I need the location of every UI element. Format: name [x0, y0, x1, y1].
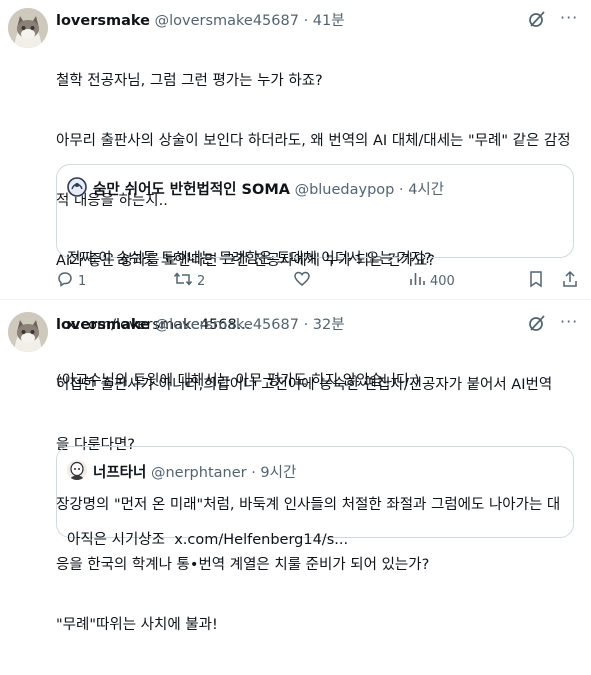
reply-count: 1	[78, 273, 87, 289]
quote-author-handle: @nerphtaner	[150, 465, 247, 481]
quote-timestamp: 4시간	[408, 182, 445, 198]
share-button[interactable]	[561, 270, 579, 292]
quote-author-handle: @bluedaypop	[294, 182, 395, 198]
quote-text-line: 진짜 이 숨쉬듯 토해내는 무례함은 도대체 어디서 오는 거지?	[67, 251, 432, 267]
bookmark-icon	[528, 270, 544, 292]
separator: ·	[251, 465, 256, 481]
bookmark-button[interactable]	[528, 270, 544, 292]
separator: ·	[303, 13, 309, 29]
share-icon	[561, 270, 579, 292]
quote-timestamp: 9시간	[260, 465, 297, 481]
separator: ·	[303, 317, 309, 333]
grok-icon[interactable]	[528, 10, 546, 28]
quote-author-name: 숨만 쉬어도 반헌법적인 SOMA	[93, 182, 290, 198]
quote-avatar	[67, 460, 87, 480]
retweet-button[interactable]: 2	[173, 270, 205, 292]
like-icon	[293, 270, 311, 292]
timestamp[interactable]: 41분	[313, 13, 345, 29]
tweet-header: loversmake @loversmake45687 · 41분	[56, 9, 345, 30]
reply-icon	[56, 270, 74, 292]
author-handle[interactable]: @loversmake45687	[155, 13, 299, 29]
reply-button[interactable]: 1	[56, 270, 86, 292]
author-name[interactable]: loversmake	[56, 13, 150, 29]
avatar[interactable]	[8, 312, 48, 352]
tweet[interactable]: loversmake @loversmake45687 · 41분 ··· 철학…	[0, 0, 591, 389]
quote-tweet[interactable]: 숨만 쉬어도 반헌법적인 SOMA @bluedaypop · 4시간 진짜 이…	[56, 164, 574, 333]
more-icon[interactable]: ···	[560, 312, 578, 331]
retweet-count: 2	[197, 273, 206, 289]
views-icon	[408, 270, 426, 292]
quote-text-line[interactable]: 아직은 시기상조 x.com/Helfenberg14/s...	[67, 529, 562, 551]
tweet-text-line: 아무리 출판사의 상술이 보인다 하더라도, 왜 번역의 AI 대체/대세는 "…	[56, 133, 571, 149]
author-handle[interactable]: @loversmake45687	[155, 317, 299, 333]
quote-author-name: 너프타너	[93, 465, 147, 481]
avatar[interactable]	[8, 8, 48, 48]
tweet[interactable]: loversmake @loversmake45687 · 32분 ··· 허접…	[0, 300, 591, 633]
tweet-text-line: 철학 전공자님, 그럼 그런 평가는 누가 하죠?	[56, 73, 323, 89]
quote-text: 아직은 시기상조 x.com/Helfenberg14/s...	[67, 485, 562, 595]
more-icon[interactable]: ···	[560, 8, 578, 27]
tweet-actions: 1 2 400	[56, 270, 584, 290]
separator: ·	[398, 182, 404, 198]
views-button[interactable]: 400	[408, 270, 455, 292]
author-name[interactable]: loversmake	[56, 317, 150, 333]
timestamp[interactable]: 32분	[313, 317, 345, 333]
quote-avatar	[67, 177, 87, 197]
quote-header: 너프타너 @nerphtaner · 9시간	[93, 461, 296, 482]
tweet-text-line: "무례"따위는 사치에 불과!	[56, 617, 218, 633]
grok-icon[interactable]	[528, 314, 546, 332]
views-count: 400	[430, 273, 455, 289]
retweet-icon	[173, 270, 193, 292]
like-button[interactable]	[293, 270, 315, 292]
quote-tweet[interactable]: 너프타너 @nerphtaner · 9시간 아직은 시기상조 x.com/He…	[56, 446, 574, 548]
tweet-header: loversmake @loversmake45687 · 32분	[56, 313, 345, 334]
tweet-text-line: 허접한 출판사가 아니라,희랍어나 고전어에 능숙한 편집자/전공자가 붙어서 …	[56, 377, 553, 393]
quote-header: 숨만 쉬어도 반헌법적인 SOMA @bluedaypop · 4시간	[93, 178, 444, 199]
